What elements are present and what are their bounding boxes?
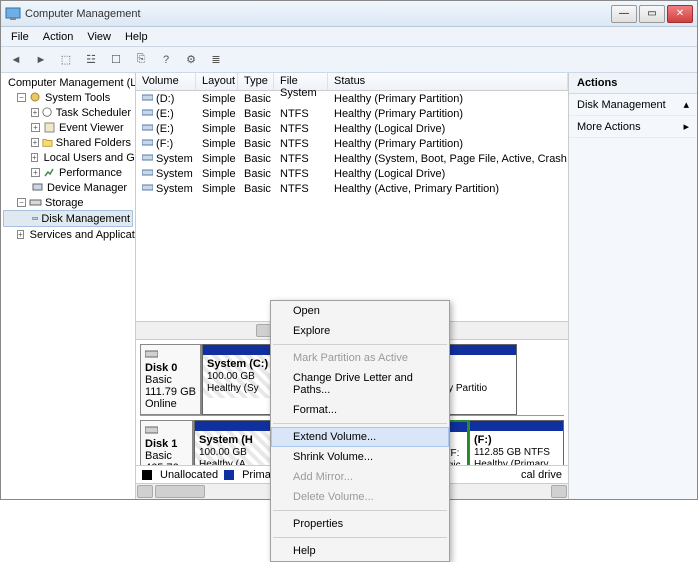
separator [273,537,447,538]
menu-action[interactable]: Action [37,29,80,45]
scroll-left[interactable] [137,485,153,498]
ctx-extend-volume[interactable]: Extend Volume... [271,427,449,447]
tree-device-manager[interactable]: Device Manager [3,180,133,195]
tree-root[interactable]: Computer Management (Local [3,75,133,90]
ctx-format[interactable]: Format... [271,400,449,420]
collapse-icon[interactable]: − [17,93,26,102]
device-icon [31,181,44,194]
ctx-change-drive-letter[interactable]: Change Drive Letter and Paths... [271,368,449,400]
chevron-right-icon: ▸ [683,120,689,133]
forward-button[interactable]: ► [30,50,52,70]
expand-icon[interactable]: + [31,168,40,177]
separator [273,423,447,424]
disk-label[interactable]: Disk 0Basic111.79 GBOnline [140,344,202,415]
export-button[interactable]: ⎘ [130,50,152,70]
ctx-explore[interactable]: Explore [271,321,449,341]
expand-icon[interactable]: + [31,138,39,147]
ctx-open[interactable]: Open [271,301,449,321]
settings-button[interactable]: ⚙ [180,50,202,70]
volume-list: (D:)SimpleBasicHealthy (Primary Partitio… [136,91,568,196]
tree-systools[interactable]: − System Tools [3,90,133,105]
ctx-mark-active: Mark Partition as Active [271,348,449,368]
partition[interactable]: (F:)112.85 GB NTFSHealthy (Primary [469,420,564,465]
maximize-button[interactable]: ▭ [639,5,665,23]
close-button[interactable]: ✕ [667,5,693,23]
ctx-properties[interactable]: Properties [271,514,449,534]
collapse-icon: ▴ [683,98,689,111]
separator [273,344,447,345]
tree-services[interactable]: +Services and Applications [3,227,133,242]
tools-icon [29,91,42,104]
tree-shared-folders[interactable]: +Shared Folders [3,135,133,150]
clock-icon [42,106,53,119]
scroll-thumb[interactable] [155,485,205,498]
titlebar: Computer Management — ▭ ✕ [1,1,697,27]
volume-row[interactable]: (E:)SimpleBasicNTFSHealthy (Logical Driv… [136,121,568,136]
folder-icon [42,136,53,149]
col-layout[interactable]: Layout [196,73,238,90]
tree-event-viewer[interactable]: +Event Viewer [3,120,133,135]
expand-icon[interactable]: + [31,123,40,132]
app-icon [5,6,21,22]
tree-local-users[interactable]: +Local Users and Groups [3,150,133,165]
expand-icon[interactable]: + [31,108,39,117]
tree-disk-management[interactable]: Disk Management [3,210,133,227]
back-button[interactable]: ◄ [5,50,27,70]
actions-header: Actions [569,73,697,94]
volume-row[interactable]: (D:)SimpleBasicHealthy (Primary Partitio… [136,91,568,106]
ctx-add-mirror: Add Mirror... [271,467,449,487]
volume-row[interactable]: System (C:)SimpleBasicNTFSHealthy (Syste… [136,151,568,166]
tree-task-scheduler[interactable]: +Task Scheduler [3,105,133,120]
actions-group[interactable]: Disk Management ▴ [569,94,697,116]
menubar: File Action View Help [1,27,697,47]
refresh-button[interactable]: ☐ [105,50,127,70]
menu-help[interactable]: Help [119,29,154,45]
context-menu: Open Explore Mark Partition as Active Ch… [270,300,450,562]
disk-label[interactable]: Disk 1Basic465.76 GBOnline [140,420,194,465]
ctx-help[interactable]: Help [271,541,449,561]
help-button[interactable]: ? [155,50,177,70]
col-volume[interactable]: Volume [136,73,196,90]
expand-icon[interactable]: + [17,230,24,239]
storage-icon [29,196,42,209]
toolbar: ◄ ► ⬚ ☳ ☐ ⎘ ? ⚙ ≣ [1,47,697,73]
separator [273,510,447,511]
minimize-button[interactable]: — [611,5,637,23]
collapse-icon[interactable]: − [17,198,26,207]
up-button[interactable]: ⬚ [55,50,77,70]
col-type[interactable]: Type [238,73,274,90]
menu-file[interactable]: File [5,29,35,45]
swatch-unallocated [142,470,152,480]
menu-view[interactable]: View [81,29,117,45]
actions-pane: Actions Disk Management ▴ More Actions ▸ [569,73,697,499]
tree-performance[interactable]: +Performance [3,165,133,180]
volume-row[interactable]: (E:)SimpleBasicNTFSHealthy (Primary Part… [136,106,568,121]
volume-row[interactable]: (F:)SimpleBasicNTFSHealthy (Primary Part… [136,136,568,151]
col-status[interactable]: Status [328,73,568,90]
tree-storage[interactable]: − Storage [3,195,133,210]
ctx-shrink-volume[interactable]: Shrink Volume... [271,447,449,467]
volume-header: Volume Layout Type File System Status [136,73,568,91]
swatch-primary [224,470,234,480]
ctx-delete-volume: Delete Volume... [271,487,449,507]
event-icon [43,121,56,134]
window-title: Computer Management [25,8,611,20]
col-fs[interactable]: File System [274,73,328,90]
expand-icon[interactable]: + [31,153,38,162]
volume-row[interactable]: System (G:)SimpleBasicNTFSHealthy (Logic… [136,166,568,181]
list-button[interactable]: ≣ [205,50,227,70]
nav-tree: Computer Management (Local − System Tool… [1,73,136,499]
scroll-right[interactable] [551,485,567,498]
partition[interactable]: System (H100.00 GBHealthy (A [194,420,274,465]
disk-icon [32,212,38,225]
volume-row[interactable]: System (H:)SimpleBasicNTFSHealthy (Activ… [136,181,568,196]
perf-icon [43,166,56,179]
props-button[interactable]: ☳ [80,50,102,70]
more-actions[interactable]: More Actions ▸ [569,116,697,138]
